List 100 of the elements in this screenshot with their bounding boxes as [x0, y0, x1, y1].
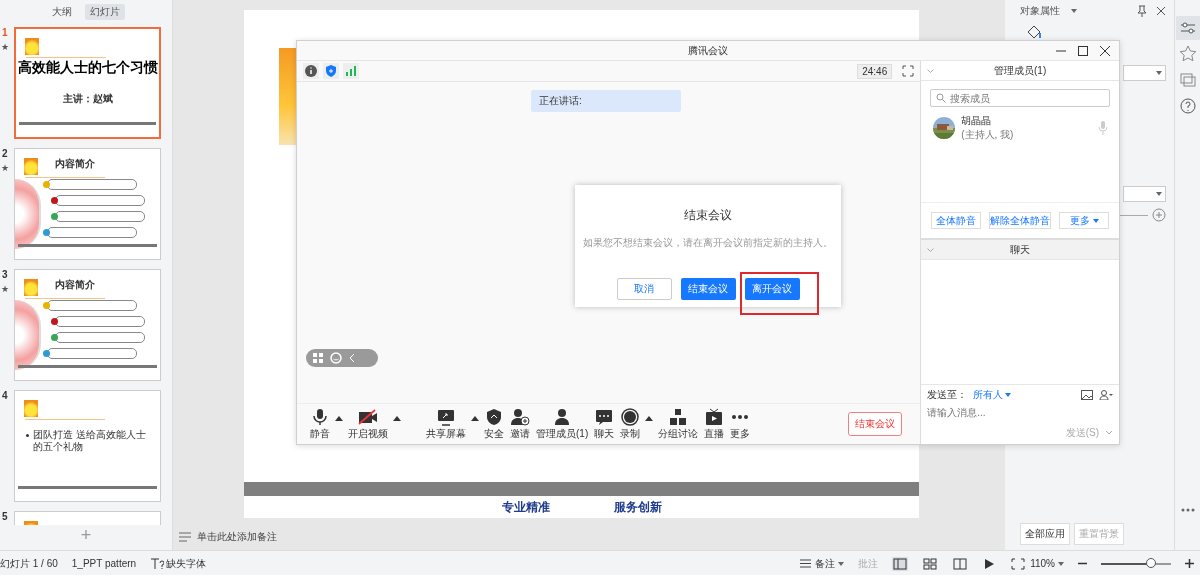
toolbar-button[interactable]: 静音: [307, 407, 333, 441]
slide-footer-text: 专业精准: [501, 499, 550, 516]
slide-number: 3: [2, 269, 8, 280]
caret-icon: [1156, 71, 1162, 75]
toolbar-button[interactable]: 安全: [481, 407, 507, 441]
message-input[interactable]: 请输入消息...: [921, 405, 1119, 420]
caret-icon[interactable]: [1058, 561, 1064, 566]
smile-icon[interactable]: [330, 352, 342, 364]
search-icon: [936, 93, 947, 103]
toolbar-button[interactable]: 录制: [617, 407, 644, 441]
dialog-message: 如果您不想结束会议，请在离开会议前指定新的主持人。: [583, 236, 833, 250]
fullscreen-icon[interactable]: [902, 65, 915, 77]
member-action-button[interactable]: 更多: [1059, 212, 1109, 229]
end-meeting-button[interactable]: 结束会议: [848, 412, 903, 436]
toolbar-button[interactable]: 管理成员(1): [533, 407, 592, 441]
zoom-dropdown[interactable]: 110%: [1030, 558, 1055, 569]
slide-number: 5: [2, 511, 8, 522]
animation-mark: ★: [1, 42, 10, 52]
bullet-icon: [26, 434, 29, 437]
paint-bucket-icon[interactable]: [1026, 24, 1042, 40]
slide-number: 1: [2, 27, 8, 38]
slide-number: 2: [2, 148, 8, 159]
notes-icon[interactable]: [800, 559, 812, 568]
dialog-title: 结束会议: [684, 207, 732, 224]
zoom-in-icon[interactable]: [1185, 559, 1194, 568]
slide-title: 内容简介: [55, 157, 95, 171]
member-action-button[interactable]: 解除全体静音: [989, 212, 1052, 229]
notes-placeholder[interactable]: 单击此处添加备注: [197, 530, 277, 544]
section-header[interactable]: 管理成员(1): [921, 63, 1119, 78]
close-icon[interactable]: [1156, 6, 1166, 16]
slide-subtitle: 主讲：赵斌: [61, 92, 114, 106]
toolbar-button[interactable]: 聊天: [591, 407, 618, 441]
dialog-button[interactable]: 离开会议: [744, 278, 800, 300]
slider-thumb[interactable]: [1146, 557, 1157, 568]
slide-thumbnail[interactable]: 内容简介: [14, 148, 161, 260]
reading-view-icon[interactable]: [952, 556, 969, 571]
missing-fonts-button[interactable]: 缺失字体: [150, 556, 207, 571]
font-icon: [150, 557, 165, 570]
notes-toggle[interactable]: 备注: [815, 556, 836, 571]
dialog-button[interactable]: 取消: [616, 278, 672, 300]
slide-footer-text: 服务创新: [613, 499, 662, 516]
window-title: 腾讯会议: [688, 43, 728, 58]
slide-bullet-text: 团队打造 送给高效能人士的五个礼物: [33, 429, 147, 453]
caret-icon[interactable]: [393, 415, 401, 421]
send-to-label: 发送至：: [927, 388, 968, 402]
toolbar-icon: [436, 407, 456, 426]
dialog-button[interactable]: 结束会议: [680, 278, 736, 300]
toolbar-icon: [484, 407, 504, 426]
toolbar-icon: [594, 407, 615, 426]
toolbar-button[interactable]: 更多: [727, 407, 754, 441]
chevron-left-icon[interactable]: [348, 352, 356, 364]
template-name[interactable]: 1_PPT pattern: [71, 558, 137, 569]
toolbar-button[interactable]: 分组讨论: [655, 407, 702, 441]
maximize-icon[interactable]: [1077, 45, 1089, 57]
caret-icon[interactable]: [1071, 9, 1077, 13]
toolbar-icon: [310, 407, 330, 426]
shield-icon[interactable]: [323, 63, 339, 79]
toolbar-icon: [668, 407, 689, 426]
speaking-banner: 正在讲话:: [531, 90, 681, 112]
view-tab[interactable]: 大纲: [47, 4, 77, 20]
panel-title[interactable]: 对象属性: [1020, 4, 1063, 18]
caret-icon[interactable]: [471, 415, 479, 421]
pin-icon[interactable]: [1136, 5, 1148, 17]
member-name: 胡晶晶: [961, 114, 993, 128]
toolbar-icon: [510, 407, 530, 426]
caret-icon[interactable]: [645, 415, 654, 421]
close-icon[interactable]: [1099, 45, 1111, 57]
normal-view-icon[interactable]: [892, 556, 909, 571]
slide-thumbnail[interactable]: 高效能人士的七个习惯 主讲：赵斌: [14, 27, 161, 139]
slide-thumbnail[interactable]: 内容简介: [14, 269, 161, 381]
people-icon[interactable]: [1099, 390, 1113, 400]
caret-icon[interactable]: [838, 561, 845, 566]
fit-window-icon[interactable]: [1010, 556, 1027, 571]
search-field[interactable]: 搜索成员: [930, 89, 1110, 107]
slide-thumbnail[interactable]: 团队打造 送给高效能人士的五个礼物: [14, 390, 161, 502]
slide-title: 高效能人士的七个习惯: [16, 59, 159, 77]
animation-mark: ★: [1, 163, 10, 173]
toolbar-button[interactable]: 直播: [701, 407, 728, 441]
caret-icon[interactable]: [335, 415, 343, 421]
toolbar-button[interactable]: 邀请: [507, 407, 533, 441]
toolbar-icon: [358, 407, 378, 426]
member-action-button[interactable]: 全体静音: [931, 212, 982, 229]
recipient-dropdown[interactable]: 所有人: [973, 388, 1004, 402]
toolbar-icon: [730, 414, 751, 419]
caret-icon: [1156, 192, 1162, 196]
more-icon[interactable]: [1180, 508, 1195, 512]
settings-icon[interactable]: [1175, 16, 1200, 40]
toolbar-button[interactable]: 开启视频: [345, 407, 391, 441]
view-tab[interactable]: 幻灯片: [85, 4, 125, 20]
panel-button[interactable]: 全部应用: [1020, 523, 1070, 545]
toolbar-icon: [704, 407, 725, 426]
animation-mark: ★: [1, 284, 10, 294]
info-icon[interactable]: [303, 63, 319, 79]
member-role: (主持人, 我): [961, 128, 1014, 142]
slide-title: 内容简介: [55, 278, 95, 292]
toolbar-icon: [620, 407, 641, 426]
toolbar-button[interactable]: 共享屏幕: [423, 407, 469, 441]
grid-icon[interactable]: [312, 352, 324, 364]
grid-view-icon[interactable]: [922, 556, 939, 571]
image-icon[interactable]: [1081, 390, 1093, 400]
